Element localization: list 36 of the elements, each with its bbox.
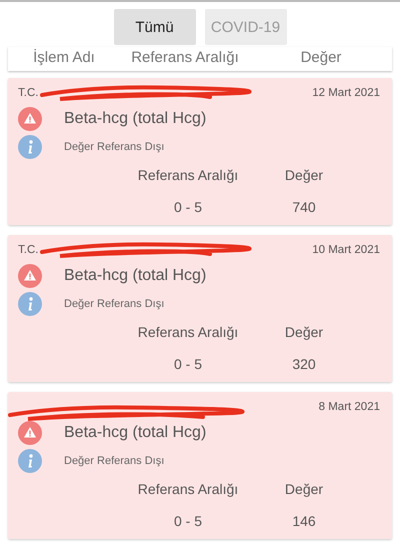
range-label: Referans Aralığı: [136, 167, 240, 183]
info-icon: [18, 449, 42, 473]
result-value: 740: [291, 199, 317, 215]
test-name: Beta-hcg (total Hcg): [64, 267, 206, 285]
reference-range: 0 - 5: [172, 356, 203, 372]
result-value: 320: [291, 356, 317, 372]
result-card[interactable]: T.C. 12 Mart 2021 Beta-hcg (total Hcg) Değer Referans Dışı Referans Aralığı Değer 0 - 5 740: [8, 78, 392, 225]
info-icon: [18, 292, 42, 316]
range-label: Referans Aralığı: [136, 324, 240, 340]
range-label: Referans Aralığı: [136, 481, 240, 497]
result-date: 8 Mart 2021: [318, 401, 380, 413]
warning-icon: [18, 421, 42, 445]
filter-tab[interactable]: Tümü: [114, 9, 196, 45]
warning-icon: [18, 107, 42, 131]
column-heading: Değer: [300, 48, 342, 68]
test-name: Beta-hcg (total Hcg): [64, 424, 206, 442]
institution-name: T.C.: [18, 87, 38, 99]
column-heading: Referans Aralığı: [130, 48, 240, 68]
value-label: Değer: [284, 167, 324, 183]
warning-icon: [18, 264, 42, 288]
reference-range: 0 - 5: [172, 513, 203, 529]
column-heading: İşlem Adı: [32, 48, 96, 68]
result-card[interactable]: T.C. 10 Mart 2021 Beta-hcg (total Hcg) Değer Referans Dışı Referans Aralığı Değer 0 - 5 320: [8, 235, 392, 382]
status-text: Değer Referans Dışı: [64, 298, 164, 310]
test-name: Beta-hcg (total Hcg): [64, 110, 206, 128]
status-text: Değer Referans Dışı: [64, 455, 164, 467]
result-date: 10 Mart 2021: [312, 244, 380, 256]
result-value: 146: [291, 513, 317, 529]
result-card[interactable]: 8 Mart 2021 Beta-hcg (total Hcg) Değer Referans Dışı Referans Aralığı Değer 0 - 5 146: [8, 392, 392, 539]
status-text: Değer Referans Dışı: [64, 141, 164, 153]
result-date: 12 Mart 2021: [312, 87, 380, 99]
value-label: Değer: [284, 481, 324, 497]
value-label: Değer: [284, 324, 324, 340]
reference-range: 0 - 5: [172, 199, 203, 215]
info-icon: [18, 135, 42, 159]
institution-name: T.C.: [18, 244, 38, 256]
